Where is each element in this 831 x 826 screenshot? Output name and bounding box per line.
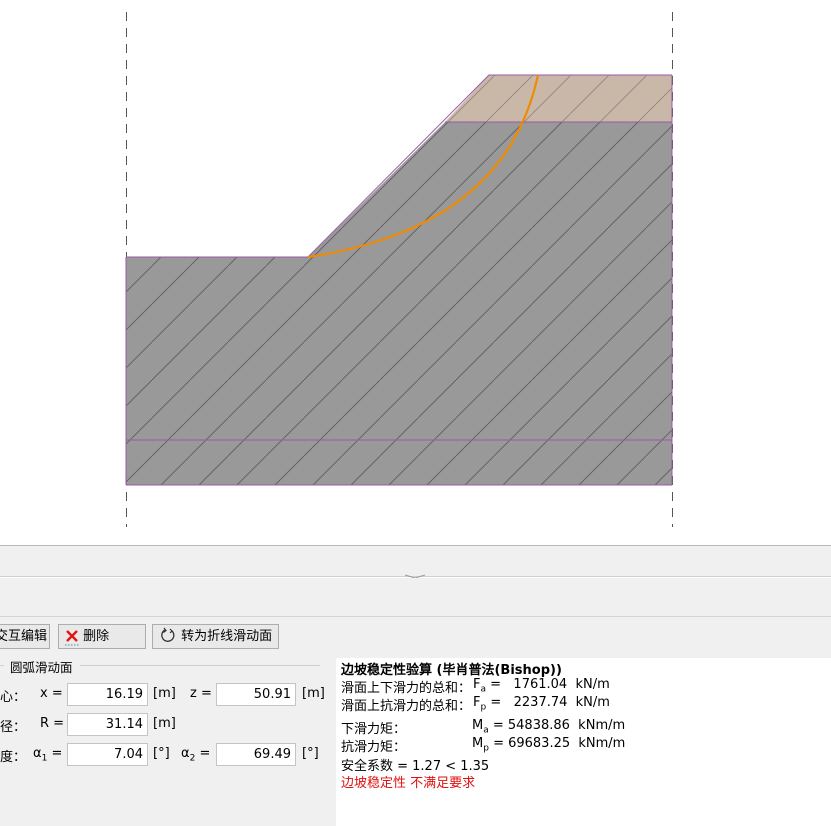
r-unit: [m]: [153, 716, 176, 731]
ma-description: 下滑力矩：: [341, 722, 407, 737]
group-line-left: [0, 665, 4, 666]
fp-description: 滑面上抗滑力的总和：: [341, 699, 472, 714]
convert-label: 转为折线滑动面: [181, 629, 273, 644]
panel-splitter[interactable]: [0, 545, 831, 579]
alpha2-unit: [°]: [302, 746, 319, 761]
x-input[interactable]: 16.19: [67, 683, 148, 706]
results-panel: 边坡稳定性验算 (毕肖普法(Bishop)) 滑面上下滑力的总和： Fa = 1…: [336, 658, 831, 826]
r-input[interactable]: 31.14: [67, 713, 148, 736]
delete-label: 删除: [83, 629, 110, 644]
soil-top-hatch: [445, 75, 672, 122]
results-title: 边坡稳定性验算 (毕肖普法(Bishop)): [341, 663, 562, 678]
fa-result: Fa = 1761.04 kN/m: [473, 677, 610, 695]
x-label: x =: [40, 686, 63, 701]
center-label: 圆心：: [0, 690, 27, 705]
stability-verdict: 边坡稳定性 不满足要求: [341, 776, 476, 791]
interactive-edit-button[interactable]: 交互编辑: [0, 624, 50, 649]
r-label: R =: [40, 716, 65, 731]
z-input[interactable]: 50.91: [216, 683, 296, 706]
ma-result: Ma = 54838.86 kNm/m: [472, 718, 626, 736]
interactive-edit-label: 交互编辑: [0, 629, 48, 644]
group-title: 圆弧滑动面: [8, 657, 75, 676]
slope-canvas[interactable]: [0, 0, 831, 545]
soil-main-hatch: [126, 122, 672, 485]
panel-header: [0, 578, 831, 617]
convert-icon: [159, 625, 177, 648]
alpha1-unit: [°]: [153, 746, 170, 761]
group-line: [80, 665, 320, 666]
convert-polyline-button[interactable]: 转为折线滑动面: [152, 624, 279, 649]
fa-description: 滑面上下滑力的总和：: [341, 681, 472, 696]
fp-result: Fp = 2237.74 kN/m: [473, 695, 610, 713]
analysis-panel: 交互编辑 删除 转为折线滑动面 圆弧滑动面 圆心： x = 16.19 [m] …: [0, 578, 831, 826]
delete-icon: [65, 625, 79, 648]
z-unit: [m]: [302, 686, 325, 701]
x-unit: [m]: [153, 686, 176, 701]
slope-drawing[interactable]: [0, 0, 831, 545]
z-label: z =: [190, 686, 212, 701]
alpha2-input[interactable]: 69.49: [216, 743, 296, 766]
alpha2-label: α2 =: [181, 746, 211, 764]
alpha1-input[interactable]: 7.04: [67, 743, 148, 766]
delete-button[interactable]: 删除: [58, 624, 146, 649]
mp-description: 抗滑力矩：: [341, 740, 407, 755]
angle-label: 角度：: [0, 750, 27, 765]
mp-result: Mp = 69683.25 kNm/m: [472, 736, 626, 754]
alpha1-label: α1 =: [33, 746, 63, 764]
radius-label: 半径：: [0, 720, 27, 735]
